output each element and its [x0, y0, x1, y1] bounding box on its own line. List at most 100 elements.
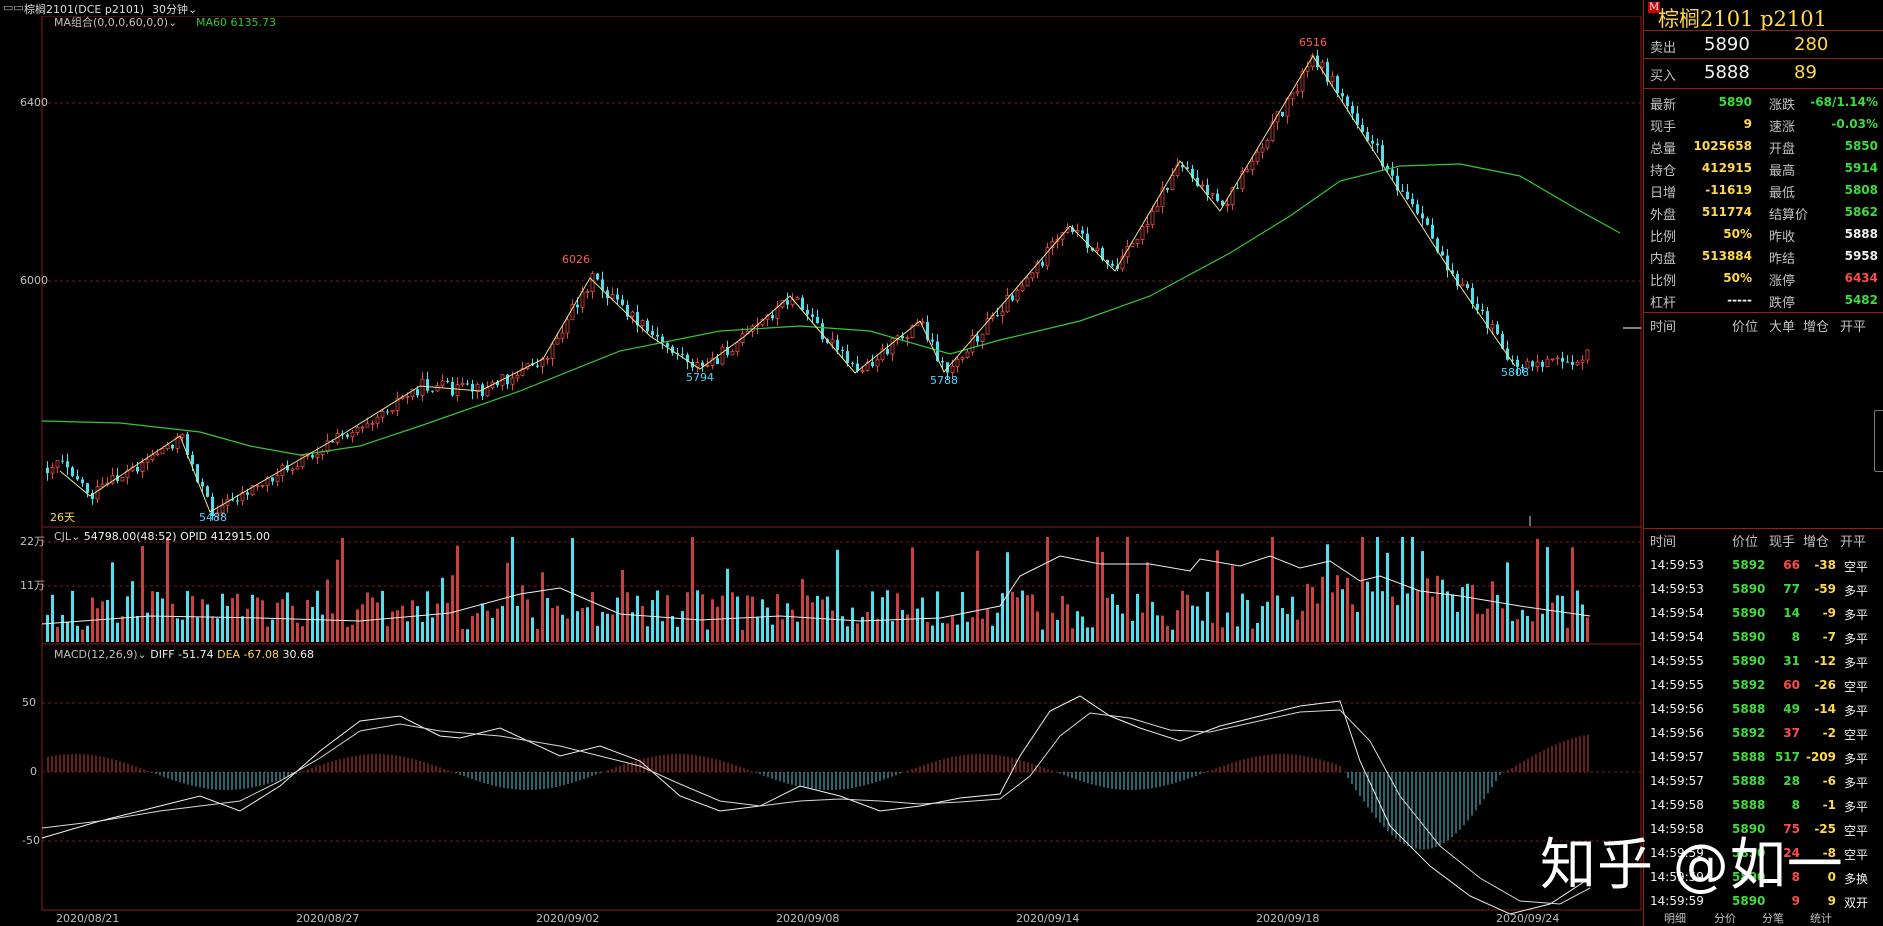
volume-bar [1271, 537, 1274, 642]
volume-bar [316, 590, 319, 642]
volume-bar [1461, 587, 1464, 642]
volume-bar [476, 613, 479, 642]
volume-bar [291, 605, 294, 642]
volume-bar [781, 619, 784, 642]
candle [360, 426, 365, 429]
tab-stats[interactable]: 统计 [1810, 910, 1832, 926]
tick-row[interactable]: 14:59:53 5890 77 -59 多平 [1644, 578, 1883, 602]
volume-bar [786, 603, 789, 642]
tick-row[interactable]: 14:59:57 5888 517 -209 多平 [1644, 746, 1883, 770]
volume-bar [1121, 613, 1124, 642]
volume-bar [736, 596, 739, 642]
volume-bar [576, 611, 579, 642]
volume-bar [326, 579, 329, 642]
x-tick: 2020/09/24 [1496, 912, 1559, 925]
tick-row[interactable]: 14:59:55 5892 60 -26 空平 [1644, 674, 1883, 698]
volume-bar [1031, 594, 1034, 642]
volume-bar [1306, 583, 1309, 642]
x-tick: 2020/09/18 [1256, 912, 1319, 925]
volume-bar [606, 613, 609, 642]
volume-bar [386, 626, 389, 642]
candle [1225, 204, 1230, 206]
dea-line [41, 709, 1591, 905]
volume-bar [591, 592, 594, 642]
scrollbar-handle[interactable] [1874, 410, 1883, 472]
candle [771, 315, 774, 319]
y-tick-6400: 6400 [20, 96, 48, 109]
volume-bar [81, 629, 84, 642]
bid-row[interactable]: 买入 5888 89 [1644, 62, 1883, 86]
volume-bar [131, 581, 134, 642]
window-icon[interactable]: ▭▭ [3, 1, 24, 14]
volume-bar [96, 608, 99, 642]
candle [1351, 105, 1354, 114]
tick-row[interactable]: 14:59:54 5890 8 -7 多平 [1644, 626, 1883, 650]
volume-bar [901, 609, 904, 642]
volume-bar [526, 599, 529, 642]
volume-bar [1156, 615, 1159, 642]
tab-trades[interactable]: 分笔 [1762, 910, 1784, 926]
candle [171, 444, 174, 449]
volume-bar [846, 626, 849, 642]
volume-bar [566, 618, 569, 642]
volume-bar [1476, 613, 1479, 642]
volume-bar [1501, 608, 1504, 642]
candle [860, 370, 865, 372]
volume-bar [966, 621, 969, 642]
volume-bar [226, 605, 229, 642]
tick-row[interactable]: 14:59:55 5890 31 -12 多平 [1644, 650, 1883, 674]
volume-bar [61, 614, 64, 642]
tick-row[interactable]: 14:59:57 5888 28 -6 多平 [1644, 770, 1883, 794]
volume-bar [176, 618, 179, 642]
tick-row[interactable]: 14:59:54 5890 14 -9 多平 [1644, 602, 1883, 626]
volume-bar [1351, 604, 1354, 642]
candle [1095, 247, 1100, 252]
candle [1490, 323, 1495, 329]
candle [920, 321, 925, 324]
volume-bar [341, 537, 344, 642]
y-tick-22wan: 22万 [20, 535, 45, 548]
tick-header: 时间 价位 现手 增仓 开平 [1650, 535, 1867, 550]
volume-bar [1376, 537, 1379, 642]
candle [585, 291, 590, 293]
x-tick: 2020/09/08 [776, 912, 839, 925]
volume-bar [151, 591, 154, 642]
peak-label: 6026 [562, 253, 590, 266]
volume-bar [136, 615, 139, 642]
tab-price-dist[interactable]: 分价 [1714, 910, 1736, 926]
volume-bar [586, 607, 589, 642]
volume-bar [1076, 611, 1079, 642]
tick-row[interactable]: 14:59:56 5892 37 -2 空平 [1644, 722, 1883, 746]
tab-details[interactable]: 明细 [1664, 910, 1686, 926]
volume-bar [646, 626, 649, 642]
candle [446, 380, 449, 383]
candle [386, 411, 389, 413]
stat-row: 最新 5890 涨跌 -68/1.14% [1650, 95, 1878, 113]
watermark: 知乎 @如一 [1540, 833, 1844, 898]
volume-bar [1441, 579, 1444, 642]
candle [580, 291, 585, 308]
volume-bar [231, 598, 234, 642]
candle [786, 300, 789, 305]
volume-bar [741, 629, 744, 642]
volume-bar [961, 592, 964, 642]
volume-bar [1281, 608, 1284, 642]
candle [180, 433, 185, 438]
tick-row[interactable]: 14:59:58 5888 8 -1 多平 [1644, 794, 1883, 818]
kline-chart-area[interactable]: 6400 6000 6026 6516 5794 5788 5808 5488 … [0, 16, 1643, 926]
volume-bar [101, 601, 104, 642]
volume-bar [1096, 537, 1099, 642]
volume-bar [761, 599, 764, 642]
candle [555, 337, 560, 345]
volume-bar [496, 608, 499, 642]
candle [871, 362, 874, 367]
period-selector[interactable]: 30分钟⌄ [152, 1, 197, 17]
tick-row[interactable]: 14:59:56 5888 49 -14 多平 [1644, 698, 1883, 722]
candle [66, 461, 69, 468]
ask-row[interactable]: 卖出 5890 280 [1644, 34, 1883, 58]
volume-bar [1061, 595, 1064, 642]
tick-row[interactable]: 14:59:53 5892 66 -38 空平 [1644, 554, 1883, 578]
volume-bar [541, 572, 544, 642]
candle [271, 477, 274, 482]
volume-bar [86, 625, 89, 642]
